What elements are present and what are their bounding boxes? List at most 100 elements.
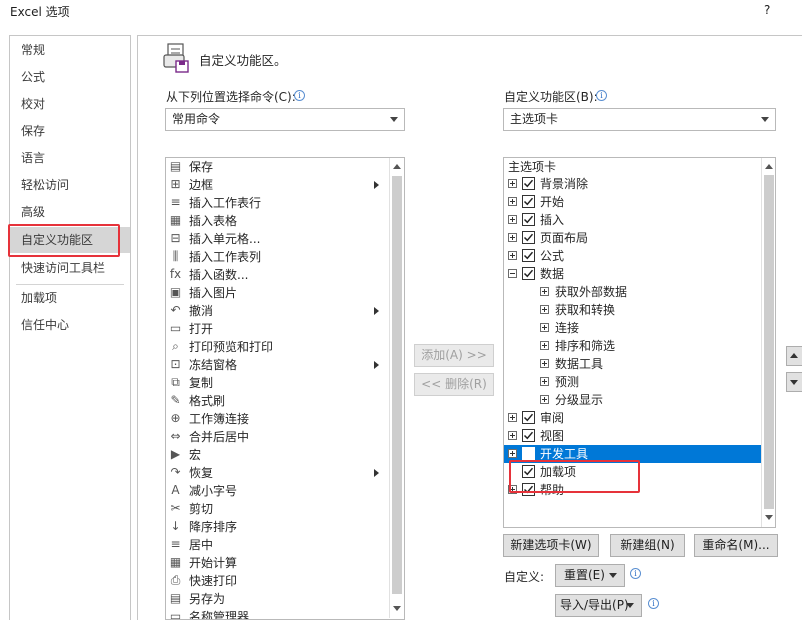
add-button[interactable]: 添加(A) >> [414,344,494,367]
ribbon-tab-item[interactable]: 审阅 [504,409,761,427]
sidebar-item-save[interactable]: 保存 [10,118,130,144]
ribbon-tab-item[interactable]: 视图 [504,427,761,445]
expand-icon[interactable] [540,359,549,368]
expand-icon[interactable] [540,323,549,332]
ribbon-group-item[interactable]: 预测 [504,373,761,391]
command-item[interactable]: A 减小字号 [166,482,390,500]
command-item[interactable]: ⊡ 冻结窗格 [166,356,390,374]
command-item[interactable]: ✎ 格式刷 [166,392,390,410]
scroll-thumb[interactable] [392,176,402,594]
command-item[interactable]: ▦ 开始计算 [166,554,390,572]
ribbon-tree-scrollbar[interactable] [761,158,775,527]
command-item[interactable]: ≡ 居中 [166,536,390,554]
import-export-button[interactable]: 导入/导出(P) [555,594,642,617]
tab-checkbox[interactable] [522,177,535,190]
move-down-button[interactable] [786,372,802,392]
command-item[interactable]: ⌕ 打印预览和打印 [166,338,390,356]
ribbon-tab-item[interactable]: 页面布局 [504,229,761,247]
tab-checkbox[interactable] [522,411,535,424]
expand-icon[interactable] [508,233,517,242]
ribbon-group-item[interactable]: 获取和转换 [504,301,761,319]
command-item[interactable]: ▭ 打开 [166,320,390,338]
tab-checkbox[interactable] [522,249,535,262]
expand-icon[interactable] [508,251,517,260]
submenu-arrow-icon [374,181,379,189]
tab-checkbox[interactable] [522,213,535,226]
sidebar-item-trust-center[interactable]: 信任中心 [10,312,130,338]
ribbon-tab-item[interactable]: 背景消除 [504,175,761,193]
command-item[interactable]: ▤ 保存 [166,158,390,176]
remove-button[interactable]: << 删除(R) [414,373,494,396]
sidebar-item-language[interactable]: 语言 [10,145,130,171]
sidebar-item-proofing[interactable]: 校对 [10,91,130,117]
tab-checkbox[interactable] [522,267,535,280]
expand-icon[interactable] [508,215,517,224]
command-item[interactable]: ⊕ 工作簿连接 [166,410,390,428]
command-item[interactable]: ▶ 宏 [166,446,390,464]
move-up-button[interactable] [786,346,802,366]
command-item[interactable]: ↷ 恢复 [166,464,390,482]
expand-icon[interactable] [540,377,549,386]
expand-icon[interactable] [540,305,549,314]
expand-icon[interactable] [508,197,517,206]
new-group-button[interactable]: 新建组(N) [610,534,685,557]
tab-checkbox[interactable] [522,429,535,442]
tab-checkbox[interactable] [522,195,535,208]
expand-icon[interactable] [508,413,517,422]
command-item[interactable]: ≡ 插入工作表行 [166,194,390,212]
expand-icon[interactable] [508,449,517,458]
command-item[interactable]: ↶ 撤消 [166,302,390,320]
choose-commands-dropdown[interactable]: 常用命令 [165,108,405,131]
commands-list[interactable]: ▤ 保存 ⊞ 边框 ≡ 插入工作表行 ▦ 插入表格 ⊟ 插入单元格... ⫼ 插入工作表列 fx 插入函数… [165,157,405,620]
expand-icon[interactable] [508,431,517,440]
ribbon-tab-item[interactable]: 数据 [504,265,761,283]
sidebar-item-formulas[interactable]: 公式 [10,64,130,90]
customize-ribbon-value: 主选项卡 [510,112,559,126]
rename-button[interactable]: 重命名(M)... [694,534,778,557]
expand-icon[interactable] [540,287,549,296]
sidebar-item-quick-access-toolbar[interactable]: 快速访问工具栏 [10,255,130,281]
command-item[interactable]: ▤ 另存为 [166,590,390,608]
ribbon-group-item[interactable]: 排序和筛选 [504,337,761,355]
insert-row-icon: ≡ [170,195,181,209]
reset-button[interactable]: 重置(E) [555,564,625,587]
tab-checkbox[interactable] [522,447,535,460]
ribbon-group-item[interactable]: 连接 [504,319,761,337]
ribbon-tab-item[interactable]: 插入 [504,211,761,229]
scroll-down-button[interactable] [762,511,776,525]
scroll-thumb[interactable] [764,175,774,509]
sidebar-item-accessibility[interactable]: 轻松访问 [10,172,130,198]
sidebar-item-addins[interactable]: 加载项 [10,285,130,311]
command-item[interactable]: ⇔ 合并后居中 [166,428,390,446]
command-item[interactable]: ▦ 插入表格 [166,212,390,230]
command-item[interactable]: ↓ 降序排序 [166,518,390,536]
scroll-up-button[interactable] [390,160,404,174]
commands-list-scrollbar[interactable] [389,158,404,618]
command-item[interactable]: ⧉ 复制 [166,374,390,392]
tab-checkbox[interactable] [522,231,535,244]
command-item[interactable]: ▭ 名称管理器 [166,608,390,619]
command-item[interactable]: ⊟ 插入单元格... [166,230,390,248]
command-item[interactable]: ⫼ 插入工作表列 [166,248,390,266]
customize-ribbon-dropdown[interactable]: 主选项卡 [503,108,776,131]
expand-icon[interactable] [508,179,517,188]
sidebar-item-general[interactable]: 常规 [10,37,130,63]
help-button[interactable]: ? [764,3,770,17]
command-item[interactable]: ⊞ 边框 [166,176,390,194]
command-item[interactable]: ⎙ 快速打印 [166,572,390,590]
ribbon-tab-item[interactable]: 开始 [504,193,761,211]
sidebar-item-advanced[interactable]: 高级 [10,199,130,225]
command-item[interactable]: fx 插入函数... [166,266,390,284]
command-item[interactable]: ✂ 剪切 [166,500,390,518]
scroll-up-button[interactable] [762,160,776,174]
scroll-down-button[interactable] [390,602,404,616]
command-item[interactable]: ▣ 插入图片 [166,284,390,302]
expand-icon[interactable] [540,395,549,404]
expand-icon[interactable] [540,341,549,350]
new-tab-button[interactable]: 新建选项卡(W) [503,534,599,557]
ribbon-group-item[interactable]: 分级显示 [504,391,761,409]
ribbon-tab-item[interactable]: 公式 [504,247,761,265]
ribbon-group-item[interactable]: 数据工具 [504,355,761,373]
ribbon-group-item[interactable]: 获取外部数据 [504,283,761,301]
collapse-icon[interactable] [508,269,517,278]
